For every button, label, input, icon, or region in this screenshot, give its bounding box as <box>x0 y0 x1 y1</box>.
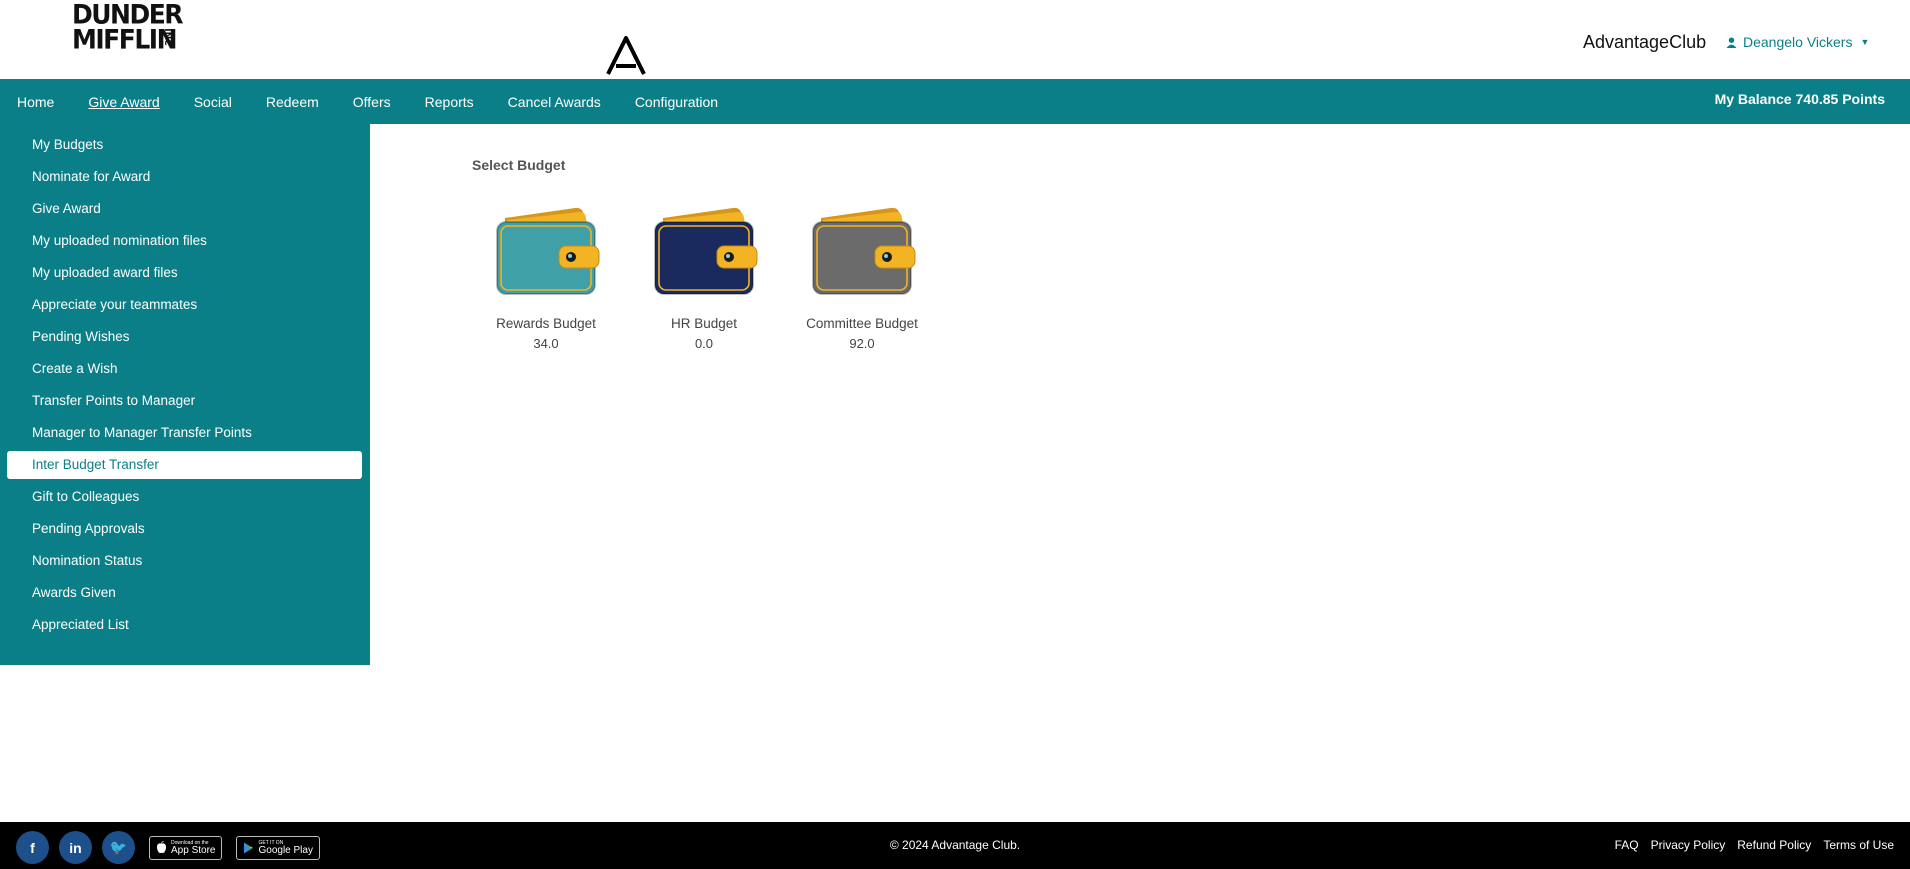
budget-card-hr-budget[interactable]: HR Budget 0.0 <box>634 202 774 351</box>
main-content: Select Budget Rewards Budget 34.0 HR Budge… <box>370 124 1910 824</box>
logo-line2: MIFFLIN <box>72 24 178 55</box>
page-title: Select Budget <box>472 157 566 173</box>
main-nav: Home Give Award Social Redeem Offers Reports C… <box>0 79 1910 124</box>
sidebar-item-appreciated-list[interactable]: Appreciated List <box>7 611 362 639</box>
footer: f in 🐦 Download on the App Store GET IT ON… <box>0 822 1910 869</box>
footer-link-privacy-policy[interactable]: Privacy Policy <box>1651 838 1726 852</box>
sidebar-item-nomination-status[interactable]: Nomination Status <box>7 547 362 575</box>
balance-value: 740.85 Points <box>1795 91 1886 107</box>
advantageclub-brand: AdvantageClub <box>1583 32 1707 52</box>
budget-card-committee-budget[interactable]: Committee Budget 92.0 <box>792 202 932 351</box>
advantage-a-icon <box>606 36 646 75</box>
budget-value: 0.0 <box>694 336 714 351</box>
footer-link-faq[interactable]: FAQ <box>1615 838 1639 852</box>
nav-redeem[interactable]: Redeem <box>249 94 336 110</box>
sidebar-item-pending-approvals[interactable]: Pending Approvals <box>7 515 362 543</box>
gray-wallet-icon <box>812 207 916 295</box>
balance: My Balance 740.85 Points <box>1715 91 1885 107</box>
footer-links: FAQ Privacy Policy Refund Policy Terms of U… <box>1615 838 1894 852</box>
user-icon <box>1726 36 1737 48</box>
sidebar-item-gift-to-colleagues[interactable]: Gift to Colleagues <box>7 483 362 511</box>
top-header: DUNDER MIFFLIN INC AdvantageClub Deangel… <box>0 0 1910 79</box>
sidebar-item-manager-to-manager-transfer-points[interactable]: Manager to Manager Transfer Points <box>7 419 362 447</box>
navy-wallet-icon <box>654 207 758 295</box>
sidebar-item-nominate-for-award[interactable]: Nominate for Award <box>7 163 362 191</box>
sidebar-item-inter-budget-transfer[interactable]: Inter Budget Transfer <box>7 451 362 479</box>
dunder-mifflin-logo[interactable]: DUNDER MIFFLIN INC <box>70 1 184 54</box>
sidebar: My Budgets Nominate for Award Give Award My… <box>0 124 370 665</box>
teal-wallet-icon <box>496 207 600 295</box>
logo-suffix: INC <box>161 28 172 46</box>
budget-value: 34.0 <box>533 336 559 351</box>
sidebar-list: My Budgets Nominate for Award Give Award My… <box>0 131 370 643</box>
user-menu[interactable]: Deangelo Vickers ▼ <box>1726 34 1869 50</box>
budget-card-rewards-budget[interactable]: Rewards Budget 34.0 <box>476 202 616 351</box>
nav-reports[interactable]: Reports <box>408 94 491 110</box>
sidebar-item-appreciate-your-teammates[interactable]: Appreciate your teammates <box>7 291 362 319</box>
budget-value: 92.0 <box>849 336 875 351</box>
sidebar-item-my-uploaded-nomination-files[interactable]: My uploaded nomination files <box>7 227 362 255</box>
nav-social[interactable]: Social <box>177 94 249 110</box>
sidebar-item-create-a-wish[interactable]: Create a Wish <box>7 355 362 383</box>
nav-items: Home Give Award Social Redeem Offers Reports C… <box>0 79 735 124</box>
footer-link-terms-of-use[interactable]: Terms of Use <box>1823 838 1894 852</box>
sidebar-item-awards-given[interactable]: Awards Given <box>7 579 362 607</box>
budget-name: Rewards Budget <box>496 316 596 331</box>
budget-name: HR Budget <box>670 316 738 331</box>
nav-offers[interactable]: Offers <box>336 94 408 110</box>
user-name: Deangelo Vickers <box>1743 34 1853 50</box>
sidebar-item-give-award[interactable]: Give Award <box>7 195 362 223</box>
footer-link-refund-policy[interactable]: Refund Policy <box>1737 838 1811 852</box>
budget-name: Committee Budget <box>806 316 918 331</box>
nav-cancel-awards[interactable]: Cancel Awards <box>491 94 618 110</box>
nav-configuration[interactable]: Configuration <box>618 94 735 110</box>
nav-give-award[interactable]: Give Award <box>71 94 176 110</box>
nav-home[interactable]: Home <box>0 94 71 110</box>
sidebar-item-pending-wishes[interactable]: Pending Wishes <box>7 323 362 351</box>
sidebar-item-my-uploaded-award-files[interactable]: My uploaded award files <box>7 259 362 287</box>
chevron-down-icon: ▼ <box>1860 37 1870 47</box>
balance-label: My Balance <box>1714 91 1796 107</box>
sidebar-item-my-budgets[interactable]: My Budgets <box>7 131 362 159</box>
sidebar-item-transfer-points-to-manager[interactable]: Transfer Points to Manager <box>7 387 362 415</box>
